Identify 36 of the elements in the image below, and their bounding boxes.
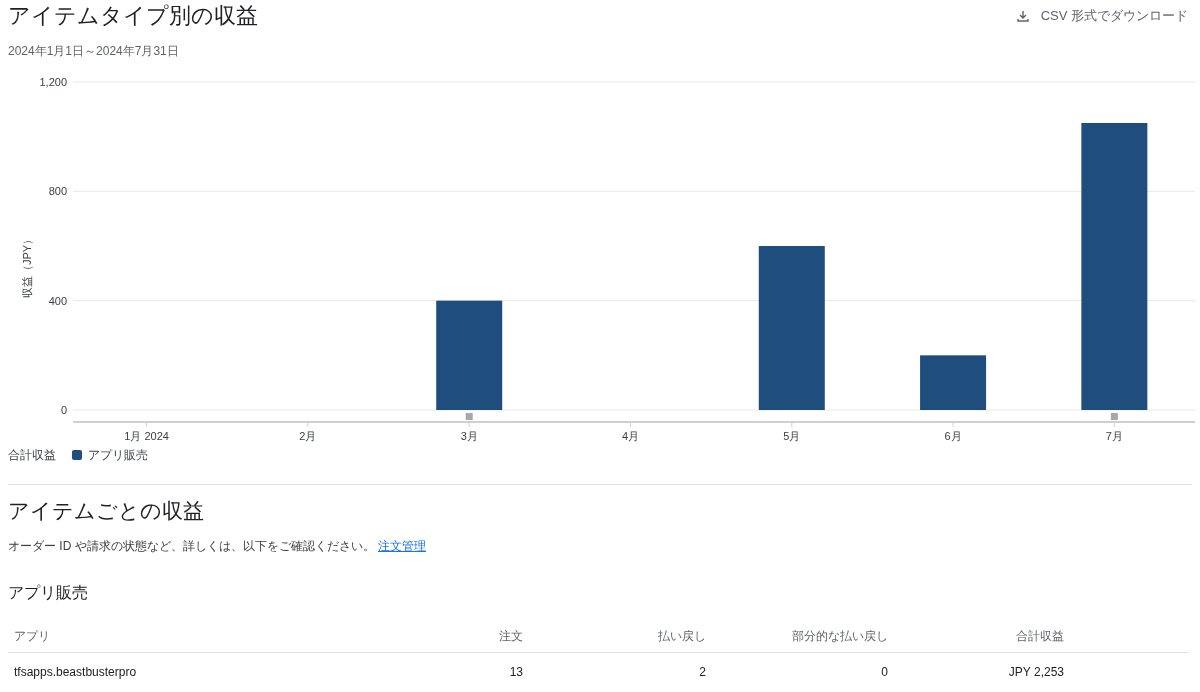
y-axis-label: 収益（JPY） [21, 233, 33, 299]
column-header: 注文 [498, 627, 523, 645]
section-title: アイテムごとの収益 [8, 498, 205, 524]
y-tick-label: 1,200 [39, 76, 67, 88]
table-cell-text: 13 [508, 664, 523, 681]
legend-label: アプリ販売 [88, 447, 148, 464]
x-tick-label: 2月 [299, 430, 317, 442]
x-tick-label: 1月 2024 [124, 430, 169, 442]
table-cell-text: 0 [880, 664, 888, 681]
legend-swatch [72, 450, 82, 460]
page-title: アイテムタイプ別の収益 [8, 2, 258, 30]
table-cell-text: tfsapps.beastbusterpro [13, 664, 138, 681]
x-tick-label: 5月 [783, 430, 801, 442]
table-title: アプリ販売 [8, 583, 89, 603]
legend-title: 合計収益 [8, 447, 56, 464]
bar [920, 355, 987, 410]
column-header: 部分的な払い戻し [791, 627, 888, 645]
column-header: 払い戻し [657, 627, 706, 645]
table-cell-text: 2 [698, 664, 706, 681]
y-tick-label: 400 [48, 294, 67, 307]
x-tick-label: 7月 [1105, 430, 1123, 442]
x-tick-label: 3月 [460, 430, 478, 442]
y-tick-label: 800 [48, 185, 67, 198]
annotation-marker-icon[interactable] [1110, 413, 1118, 420]
x-tick-label: 6月 [944, 430, 962, 442]
table-cell-text: JPY 2,253 [1007, 664, 1064, 681]
date-range: 2024年1月1日～2024年7月31日 [8, 43, 180, 60]
y-tick-label: 0 [60, 404, 67, 416]
x-tick-label: 4月 [621, 430, 640, 442]
orders-link[interactable]: 注文管理 [378, 539, 426, 553]
description: オーダー ID や請求の状態など、詳しくは、以下をご確認ください。 注文管理 [8, 538, 427, 555]
download-icon [1016, 9, 1029, 22]
annotation-marker-icon[interactable] [465, 413, 473, 420]
column-header: 合計収益 [1015, 627, 1064, 645]
column-header: アプリ [13, 627, 51, 645]
download-csv-button[interactable]: CSV 形式でダウンロード [1016, 6, 1188, 26]
